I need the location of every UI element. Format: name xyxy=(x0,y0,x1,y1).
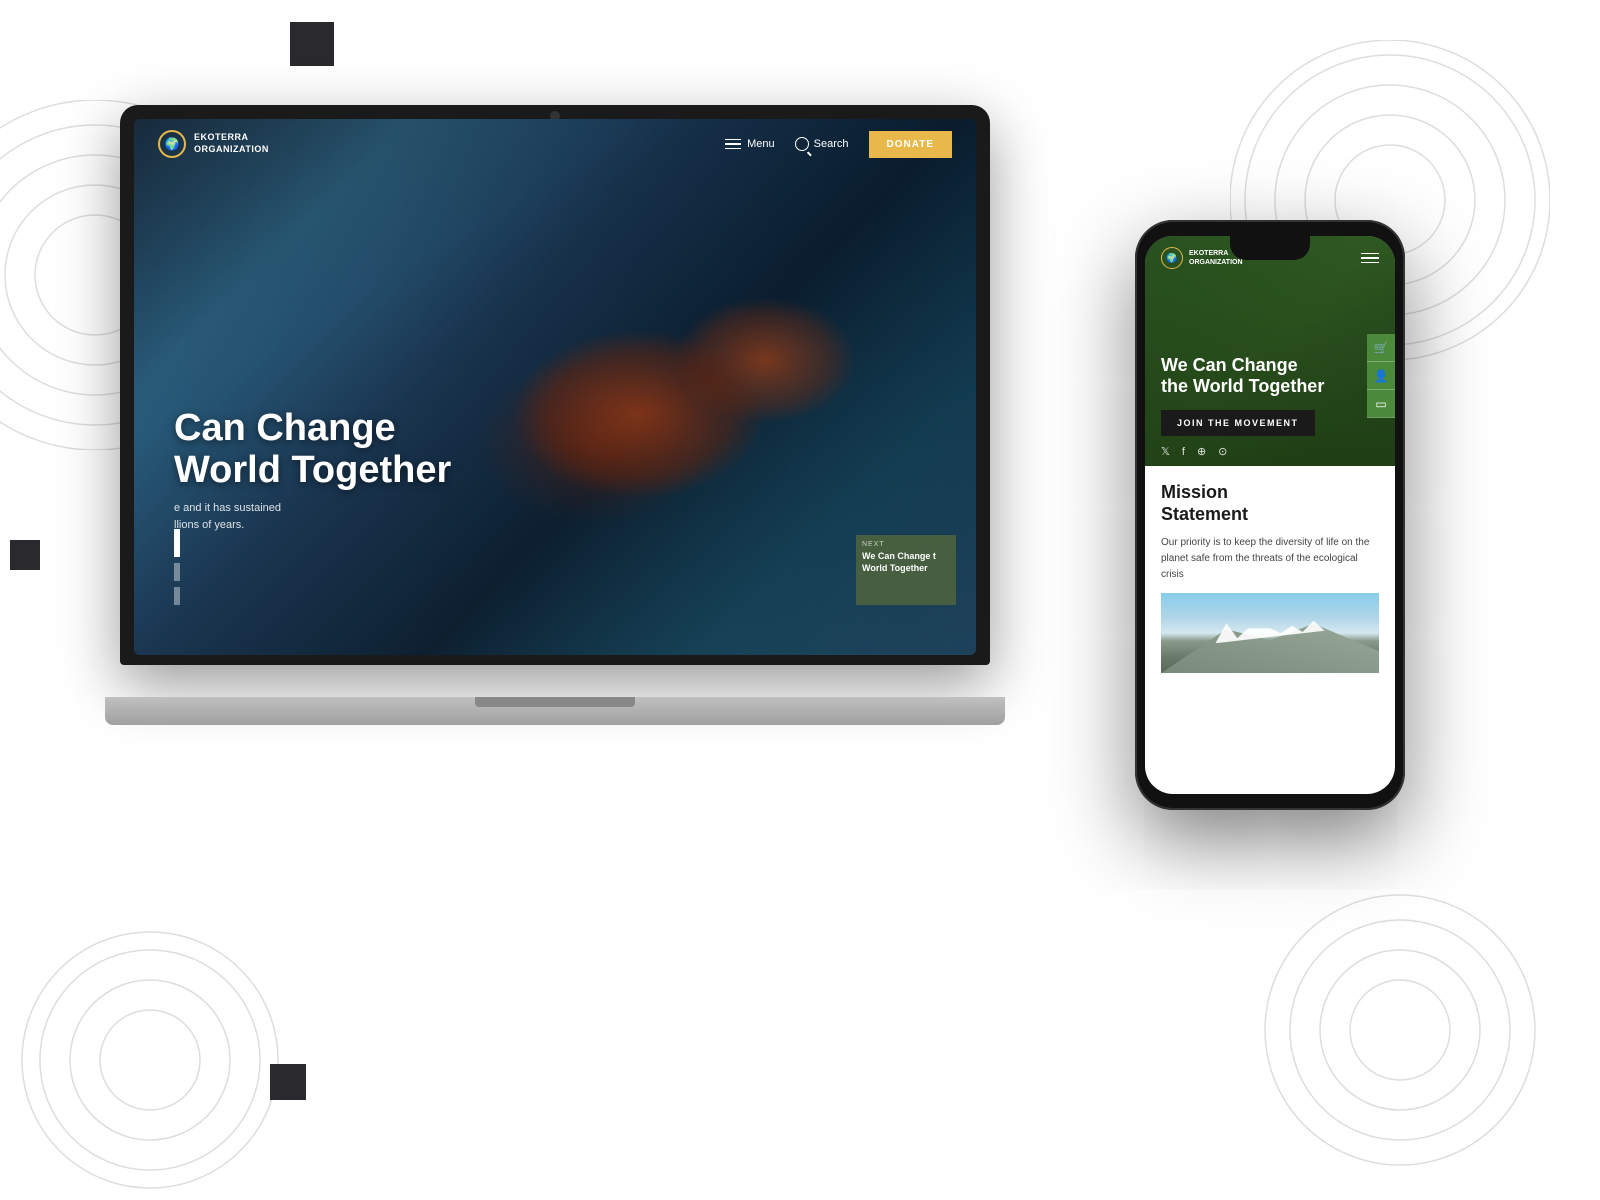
dribbble-icon[interactable]: ⊕ xyxy=(1197,445,1206,458)
phone-cart-icon[interactable]: 🛒 xyxy=(1367,334,1395,362)
laptop-navbar: 🌍 EKOTERRA ORGANIZATION Menu xyxy=(134,119,976,169)
laptop-hero-title: Can Change World Together xyxy=(174,408,451,492)
phone-gallery-icon[interactable]: ▭ xyxy=(1367,390,1395,418)
slide-dot-active[interactable] xyxy=(174,529,180,557)
phone-logo-icon: 🌍 xyxy=(1161,247,1183,269)
phone-mission-section: Mission Statement Our priority is to kee… xyxy=(1145,466,1395,689)
laptop-logo-text: EKOTERRA ORGANIZATION xyxy=(194,132,269,155)
laptop-next-slide[interactable]: NEXT We Can Change t World Together xyxy=(856,535,956,605)
slide-dot-3[interactable] xyxy=(174,587,180,605)
laptop-search-button[interactable]: Search xyxy=(795,137,849,151)
laptop-menu-button[interactable]: Menu xyxy=(725,138,775,150)
laptop-hero-text: Can Change World Together e and it has s… xyxy=(174,408,451,535)
phone-mission-title: Mission Statement xyxy=(1161,482,1379,525)
branch-overlay xyxy=(134,119,976,655)
phone-hamburger-icon[interactable] xyxy=(1361,253,1379,264)
phone-frame: 🌍 EKOTERRA ORGANIZATION We Can Change xyxy=(1135,220,1405,810)
laptop-logo: 🌍 EKOTERRA ORGANIZATION xyxy=(158,130,269,158)
laptop-logo-icon: 🌍 xyxy=(158,130,186,158)
laptop-mockup: 🌍 EKOTERRA ORGANIZATION Menu xyxy=(120,105,990,725)
phone-cta-button[interactable]: JOIN THE MOVEMENT xyxy=(1161,410,1315,436)
laptop-hinge xyxy=(475,697,635,707)
next-slide-label: NEXT xyxy=(862,541,950,548)
deco-square-1 xyxy=(290,22,334,66)
phone-notch xyxy=(1230,236,1310,260)
phone-hero: 🌍 EKOTERRA ORGANIZATION We Can Change xyxy=(1145,236,1395,466)
phone-mountain-shape xyxy=(1161,618,1379,673)
laptop-slide-dots xyxy=(174,529,180,605)
twitter-icon[interactable]: 𝕏 xyxy=(1161,445,1170,458)
phone-sidebar-icons: 🛒 👤 ▭ xyxy=(1367,334,1395,418)
laptop-screen: 🌍 EKOTERRA ORGANIZATION Menu xyxy=(134,119,976,655)
deco-square-2 xyxy=(10,540,40,570)
laptop-search-label: Search xyxy=(814,138,849,150)
laptop-frame: 🌍 EKOTERRA ORGANIZATION Menu xyxy=(120,105,990,665)
laptop-donate-button[interactable]: DONATE xyxy=(869,131,952,158)
phone-hero-content: We Can Change the World Together JOIN TH… xyxy=(1161,355,1379,436)
phone-mountain-image xyxy=(1161,593,1379,673)
phone-mission-body: Our priority is to keep the diversity of… xyxy=(1161,535,1379,583)
phone-user-icon[interactable]: 👤 xyxy=(1367,362,1395,390)
slide-dot-2[interactable] xyxy=(174,563,180,581)
laptop-base xyxy=(105,697,1005,725)
search-icon xyxy=(795,137,809,151)
deco-square-4 xyxy=(270,1064,306,1100)
deco-circles-bottom-right xyxy=(1260,890,1540,1170)
deco-circles-bottom-left xyxy=(20,930,280,1190)
laptop-menu-label: Menu xyxy=(747,138,775,150)
instagram-icon[interactable]: ⊙ xyxy=(1218,445,1227,458)
laptop-nav-right: Menu Search DONATE xyxy=(725,131,952,158)
phone-screen: 🌍 EKOTERRA ORGANIZATION We Can Change xyxy=(1145,236,1395,794)
phone-social-icons: 𝕏 f ⊕ ⊙ xyxy=(1161,445,1227,458)
laptop-hero-subtitle: e and it has sustained llions of years. xyxy=(174,500,434,535)
next-slide-title: We Can Change t World Together xyxy=(862,551,950,574)
phone-mockup: 🌍 EKOTERRA ORGANIZATION We Can Change xyxy=(1135,220,1405,810)
phone-hero-title: We Can Change the World Together xyxy=(1161,355,1379,398)
facebook-icon[interactable]: f xyxy=(1182,446,1185,458)
hamburger-icon xyxy=(725,139,741,150)
